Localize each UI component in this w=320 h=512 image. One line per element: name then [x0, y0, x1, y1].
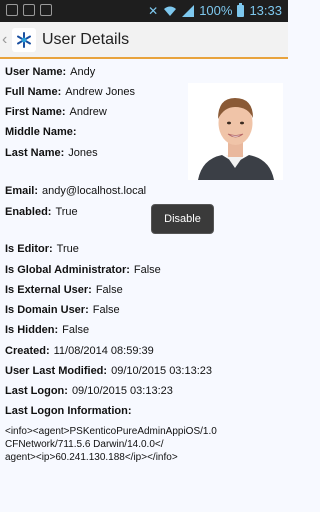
app-logo-icon[interactable]: [12, 27, 36, 52]
email-notification-icon: [6, 4, 18, 16]
field-label: First Name:: [5, 106, 66, 118]
user-photo: [188, 83, 283, 180]
field-value: 09/10/2015 03:13:23: [71, 385, 173, 397]
field-value: False: [62, 324, 90, 336]
action-bar: ‹ User Details: [0, 22, 288, 59]
disable-button[interactable]: Disable: [151, 204, 214, 234]
status-bar: ✕ 100% 13:33: [0, 0, 288, 22]
field-value: Jones: [68, 147, 98, 159]
field-label: Is Editor:: [5, 243, 53, 255]
field-last-logon: Last Logon: 09/10/2015 03:13:23: [5, 385, 173, 397]
field-value: False: [133, 264, 161, 276]
field-label: Last Logon Information:: [5, 405, 132, 417]
field-label: User Last Modified:: [5, 365, 108, 377]
battery-icon: [237, 2, 245, 17]
field-value: Andy: [70, 66, 96, 78]
field-last-logon-information: Last Logon Information:: [5, 405, 135, 417]
field-label: Is Domain User:: [5, 304, 89, 316]
field-value: 11/08/2014 08:59:39: [53, 345, 154, 357]
back-chevron-icon[interactable]: ‹: [2, 31, 10, 49]
field-is-domain-user: Is Domain User: False: [5, 304, 120, 316]
field-is-global-administrator: Is Global Administrator: False: [5, 264, 161, 276]
field-label: Is Hidden:: [5, 324, 59, 336]
field-value: Andrew: [69, 106, 107, 118]
field-value: andy@localhost.local: [42, 185, 147, 197]
field-label: Is External User:: [5, 284, 92, 296]
field-label: Enabled:: [5, 206, 52, 218]
image-notification-icon: [23, 4, 35, 16]
field-label: Full Name:: [5, 86, 62, 98]
mute-icon: ✕: [148, 3, 159, 18]
field-value: False: [95, 284, 123, 296]
field-label: Middle Name:: [5, 126, 77, 138]
field-value: True: [56, 243, 79, 255]
field-value: False: [92, 304, 120, 316]
field-label: User Name:: [5, 66, 67, 78]
field-label: Is Global Administrator:: [5, 264, 130, 276]
field-label: Last Name:: [5, 147, 65, 159]
field-first-name: First Name: Andrew: [5, 106, 107, 118]
field-user-last-modified: User Last Modified: 09/10/2015 03:13:23: [5, 365, 212, 377]
battery-percent: 100%: [199, 3, 233, 18]
field-enabled: Enabled: True: [5, 206, 78, 218]
field-is-hidden: Is Hidden: False: [5, 324, 89, 336]
field-last-name: Last Name: Jones: [5, 147, 98, 159]
field-email: Email: andy@localhost.local: [5, 185, 146, 197]
field-is-external-user: Is External User: False: [5, 284, 123, 296]
field-label: Last Logon:: [5, 385, 68, 397]
page-title: User Details: [42, 30, 130, 48]
wifi-icon: [164, 6, 177, 16]
field-user-name: User Name: Andy: [5, 66, 95, 78]
field-value: 09/10/2015 03:13:23: [111, 365, 213, 377]
bag-notification-icon: [40, 4, 52, 16]
field-is-editor: Is Editor: True: [5, 243, 79, 255]
field-label: Created:: [5, 345, 50, 357]
field-value: Andrew Jones: [65, 86, 135, 98]
field-value: True: [55, 206, 78, 218]
field-label: Email:: [5, 185, 39, 197]
field-middle-name: Middle Name:: [5, 126, 81, 138]
logon-info-text: <info><agent>PSKenticoPureAdminAppiOS/1.…: [5, 426, 217, 463]
field-full-name: Full Name: Andrew Jones: [5, 86, 135, 98]
clock-time: 13:33: [249, 3, 282, 18]
signal-icon: [182, 4, 195, 17]
field-created: Created: 11/08/2014 08:59:39: [5, 345, 154, 357]
